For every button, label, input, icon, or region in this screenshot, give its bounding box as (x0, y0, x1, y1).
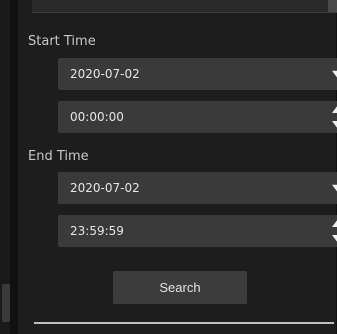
spinner-down-icon[interactable] (332, 121, 337, 129)
start-time-value: 00:00:00 (70, 110, 124, 124)
search-button[interactable]: Search (113, 271, 247, 304)
end-date-value: 2020-07-02 (70, 181, 140, 195)
chevron-down-icon[interactable] (332, 184, 337, 193)
start-time-input[interactable]: 00:00:00 (58, 101, 337, 133)
start-time-spinner[interactable] (332, 105, 337, 129)
start-date-select[interactable]: 2020-07-02 (58, 58, 337, 90)
start-date-value: 2020-07-02 (70, 67, 140, 81)
spinner-down-icon[interactable] (332, 235, 337, 243)
end-date-select[interactable]: 2020-07-02 (58, 172, 337, 204)
chevron-down-icon[interactable] (332, 70, 337, 79)
scrollbar-thumb[interactable] (2, 284, 10, 322)
end-time-label: End Time (28, 149, 89, 164)
end-time-value: 23:59:59 (70, 224, 124, 238)
top-dropdown-partial[interactable] (32, 0, 337, 13)
time-filter-panel: Start Time 2020-07-02 00:00:00 End Time … (18, 0, 337, 334)
bottom-divider (34, 322, 334, 324)
spinner-up-icon[interactable] (332, 219, 337, 227)
search-panel-frame: Start Time 2020-07-02 00:00:00 End Time … (0, 0, 337, 334)
start-time-label: Start Time (28, 34, 96, 49)
top-dropdown-arrow-icon[interactable] (328, 0, 337, 12)
end-time-input[interactable]: 23:59:59 (58, 215, 337, 247)
left-scrollbar[interactable] (0, 0, 10, 334)
end-time-spinner[interactable] (332, 219, 337, 243)
spinner-up-icon[interactable] (332, 105, 337, 113)
